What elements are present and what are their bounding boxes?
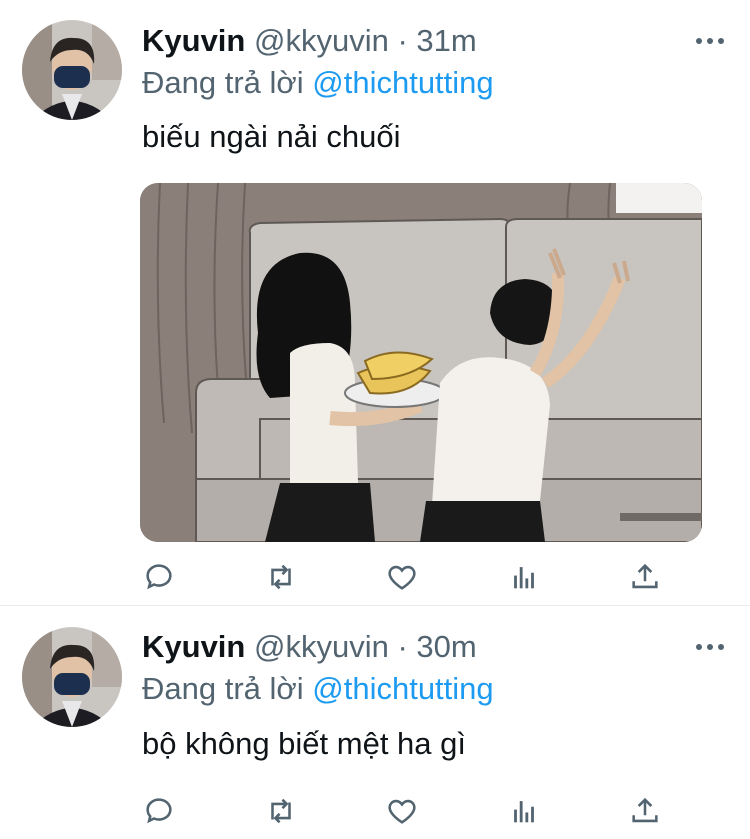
tweet-text: biếu ngài nải chuối: [142, 119, 401, 154]
share-icon[interactable]: [620, 552, 670, 602]
separator: ·: [397, 23, 408, 58]
more-icon[interactable]: [690, 632, 730, 662]
separator: ·: [397, 629, 408, 664]
avatar[interactable]: [22, 20, 122, 120]
reply-icon[interactable]: [134, 552, 184, 602]
tweet-text: bộ không biết mệt ha gì: [142, 726, 467, 761]
handle[interactable]: @kkyuvin: [254, 629, 389, 664]
replying-prefix: Đang trả lời: [142, 671, 304, 706]
tweet-image[interactable]: [140, 183, 702, 542]
like-icon[interactable]: [377, 786, 427, 836]
tweet-header: Kyuvin @kkyuvin · 31m: [142, 20, 477, 62]
reply-icon[interactable]: [134, 786, 184, 836]
action-bar: [0, 786, 750, 836]
analytics-icon[interactable]: [499, 552, 549, 602]
tweet[interactable]: Kyuvin @kkyuvin · 30m Đang trả lời @thic…: [0, 606, 750, 839]
timestamp[interactable]: 30m: [416, 629, 476, 664]
display-name[interactable]: Kyuvin: [142, 23, 245, 58]
display-name[interactable]: Kyuvin: [142, 629, 245, 664]
retweet-icon[interactable]: [256, 786, 306, 836]
action-bar: [0, 552, 750, 602]
tweet[interactable]: Kyuvin @kkyuvin · 31m Đang trả lời @thic…: [0, 0, 750, 605]
analytics-icon[interactable]: [499, 786, 549, 836]
more-icon[interactable]: [690, 26, 730, 56]
mention-link[interactable]: @thichtutting: [312, 65, 493, 100]
timestamp[interactable]: 31m: [416, 23, 476, 58]
tweet-header: Kyuvin @kkyuvin · 30m: [142, 626, 477, 668]
replying-to: Đang trả lời @thichtutting: [142, 63, 494, 103]
replying-to: Đang trả lời @thichtutting: [142, 669, 494, 709]
replying-prefix: Đang trả lời: [142, 65, 304, 100]
mention-link[interactable]: @thichtutting: [312, 671, 493, 706]
share-icon[interactable]: [620, 786, 670, 836]
retweet-icon[interactable]: [256, 552, 306, 602]
handle[interactable]: @kkyuvin: [254, 23, 389, 58]
like-icon[interactable]: [377, 552, 427, 602]
avatar[interactable]: [22, 627, 122, 727]
